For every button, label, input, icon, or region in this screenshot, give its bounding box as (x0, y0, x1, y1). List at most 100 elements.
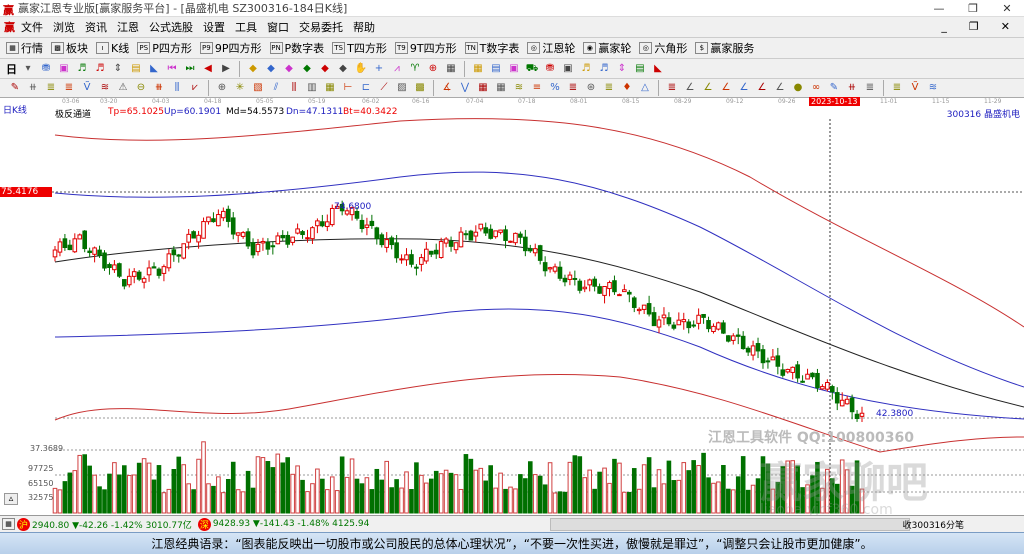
period-select[interactable]: 日 (6, 61, 17, 77)
tool-icon[interactable]: ▣ (507, 62, 521, 76)
toolbar-t-table[interactable]: TN T数字表 (464, 40, 519, 56)
menu-help[interactable]: 帮助 (353, 19, 375, 35)
menu-file[interactable]: 文件 (21, 19, 43, 35)
tool-icon[interactable]: ⊕ (215, 81, 229, 95)
tool-icon[interactable]: ⋁ (458, 81, 472, 95)
tool-icon[interactable]: ≋ (512, 81, 526, 95)
tool-icon[interactable]: ⏮ (165, 62, 179, 76)
tool-icon[interactable]: ▥ (305, 81, 319, 95)
tool-icon[interactable]: ⫽ (269, 81, 283, 95)
tool-icon[interactable]: ≋ (926, 81, 940, 95)
tool-icon[interactable]: ∠ (755, 81, 769, 95)
tool-icon[interactable]: ⧺ (845, 81, 859, 95)
tool-icon[interactable]: ≣ (890, 81, 904, 95)
tool-icon[interactable]: ♬ (579, 62, 593, 76)
tool-icon[interactable]: ≣ (665, 81, 679, 95)
tool-icon[interactable]: ⊕ (426, 62, 440, 76)
tool-icon[interactable]: ▦ (494, 81, 508, 95)
tool-icon[interactable]: ∠ (719, 81, 733, 95)
toolbar-t-square[interactable]: TS T四方形 (332, 40, 387, 56)
toolbar-gann-wheel[interactable]: ◎ 江恩轮 (527, 40, 575, 56)
tool-icon[interactable]: ⚠ (116, 81, 130, 95)
tool-icon[interactable]: ▤ (633, 62, 647, 76)
menu-trade[interactable]: 交易委托 (299, 19, 343, 35)
tool-icon[interactable]: △ (638, 81, 652, 95)
tool-icon[interactable]: ● (791, 81, 805, 95)
tool-icon[interactable]: ♬ (75, 62, 89, 76)
toolbar-9t-square[interactable]: T9 9T四方形 (394, 40, 457, 56)
tool-icon[interactable]: ▧ (251, 81, 265, 95)
toolbar-p-square[interactable]: PS P四方形 (137, 40, 192, 56)
tool-icon[interactable]: ✋ (354, 62, 368, 76)
tool-icon[interactable]: ⩘ (390, 62, 404, 76)
tool-icon[interactable]: ⏭ (183, 62, 197, 76)
tool-icon[interactable]: ◆ (282, 62, 296, 76)
tool-icon[interactable]: ◆ (336, 62, 350, 76)
tool-icon[interactable]: ∠ (683, 81, 697, 95)
tool-icon[interactable]: ◀ (201, 62, 215, 76)
tool-icon[interactable]: ⇕ (615, 62, 629, 76)
tool-icon[interactable]: ◣ (651, 62, 665, 76)
tool-icon[interactable]: ⊛ (584, 81, 598, 95)
tool-icon[interactable]: ∡ (440, 81, 454, 95)
menu-formula[interactable]: 公式选股 (149, 19, 193, 35)
tool-icon[interactable]: ♬ (93, 62, 107, 76)
tool-icon[interactable]: ▦ (323, 81, 337, 95)
tool-icon[interactable]: ▶ (219, 62, 233, 76)
tool-icon[interactable]: ▨ (395, 81, 409, 95)
tool-icon[interactable]: ▣ (57, 62, 71, 76)
tool-icon[interactable]: ≣ (863, 81, 877, 95)
menu-tools[interactable]: 工具 (235, 19, 257, 35)
menu-news[interactable]: 资讯 (85, 19, 107, 35)
menu-gann[interactable]: 江恩 (117, 19, 139, 35)
toolbar-winner-wheel[interactable]: ◉ 赢家轮 (583, 40, 631, 56)
tool-icon[interactable]: ▦ (444, 62, 458, 76)
tool-icon[interactable]: ✎ (827, 81, 841, 95)
tool-icon[interactable]: ✳ (233, 81, 247, 95)
tool-icon[interactable]: ◆ (264, 62, 278, 76)
toolbar-blocks[interactable]: ▩ 板块 (51, 40, 88, 56)
tool-icon[interactable]: ≣ (44, 81, 58, 95)
maximize-button[interactable]: ❐ (956, 0, 990, 17)
tool-icon[interactable]: Ṽ (80, 81, 94, 95)
mdi-restore-button[interactable]: ❐ (969, 20, 979, 33)
tool-icon[interactable]: ▦ (476, 81, 490, 95)
toolbar-hexagon[interactable]: ◎ 六角形 (639, 40, 687, 56)
tool-icon[interactable]: ⊏ (359, 81, 373, 95)
tool-icon[interactable]: ▩ (413, 81, 427, 95)
tool-icon[interactable]: ≡ (530, 81, 544, 95)
tool-icon[interactable]: % (548, 81, 562, 95)
tool-icon[interactable]: ⇕ (111, 62, 125, 76)
tool-icon[interactable]: ▤ (129, 62, 143, 76)
horizontal-scrollbar[interactable] (550, 518, 910, 531)
tool-icon[interactable]: ≋ (98, 81, 112, 95)
tool-icon[interactable]: ⛟ (525, 62, 539, 76)
tool-icon[interactable]: Ṽ (908, 81, 922, 95)
tool-icon[interactable]: ∠ (773, 81, 787, 95)
toolbar-dollar[interactable]: $ 赢家服务 (695, 40, 754, 56)
tool-icon[interactable]: ♈ (408, 62, 422, 76)
toolbar-9p-square[interactable]: P9 9P四方形 (199, 40, 262, 56)
toolbar-kline[interactable]: ı K线 (96, 40, 129, 56)
tool-icon[interactable]: ⫼ (170, 81, 184, 95)
tool-icon[interactable]: ◆ (246, 62, 260, 76)
tool-icon[interactable]: ◣ (147, 62, 161, 76)
sz-index[interactable]: 9428.93 ▼-141.43 -1.48% 4125.94 (213, 519, 370, 529)
calculator-icon[interactable]: ▦ (2, 518, 15, 530)
tool-icon[interactable]: ⊢ (341, 81, 355, 95)
tool-icon[interactable]: ≣ (602, 81, 616, 95)
minimize-button[interactable]: — (922, 0, 956, 17)
toolbar-p-table[interactable]: PN P数字表 (269, 40, 324, 56)
menu-settings[interactable]: 设置 (203, 19, 225, 35)
toolbar-grid[interactable]: ▦ 行情 (6, 40, 43, 56)
tool-icon[interactable]: ▦ (471, 62, 485, 76)
tool-icon[interactable]: ≣ (62, 81, 76, 95)
tool-icon[interactable]: ⫼ (287, 81, 301, 95)
menu-window[interactable]: 窗口 (267, 19, 289, 35)
mdi-close-button[interactable]: ✕ (1001, 20, 1010, 33)
sh-index[interactable]: 2940.80 ▼-42.26 -1.42% 3010.77亿 (32, 518, 192, 531)
tool-icon[interactable]: ◆ (318, 62, 332, 76)
kline-chart[interactable]: 日K线 极反通道 Tp=65.1025 Up=60.1901 Md=54.557… (0, 106, 1024, 518)
tool-icon[interactable]: ∠ (737, 81, 751, 95)
tool-icon[interactable]: ⩗ (188, 81, 202, 95)
